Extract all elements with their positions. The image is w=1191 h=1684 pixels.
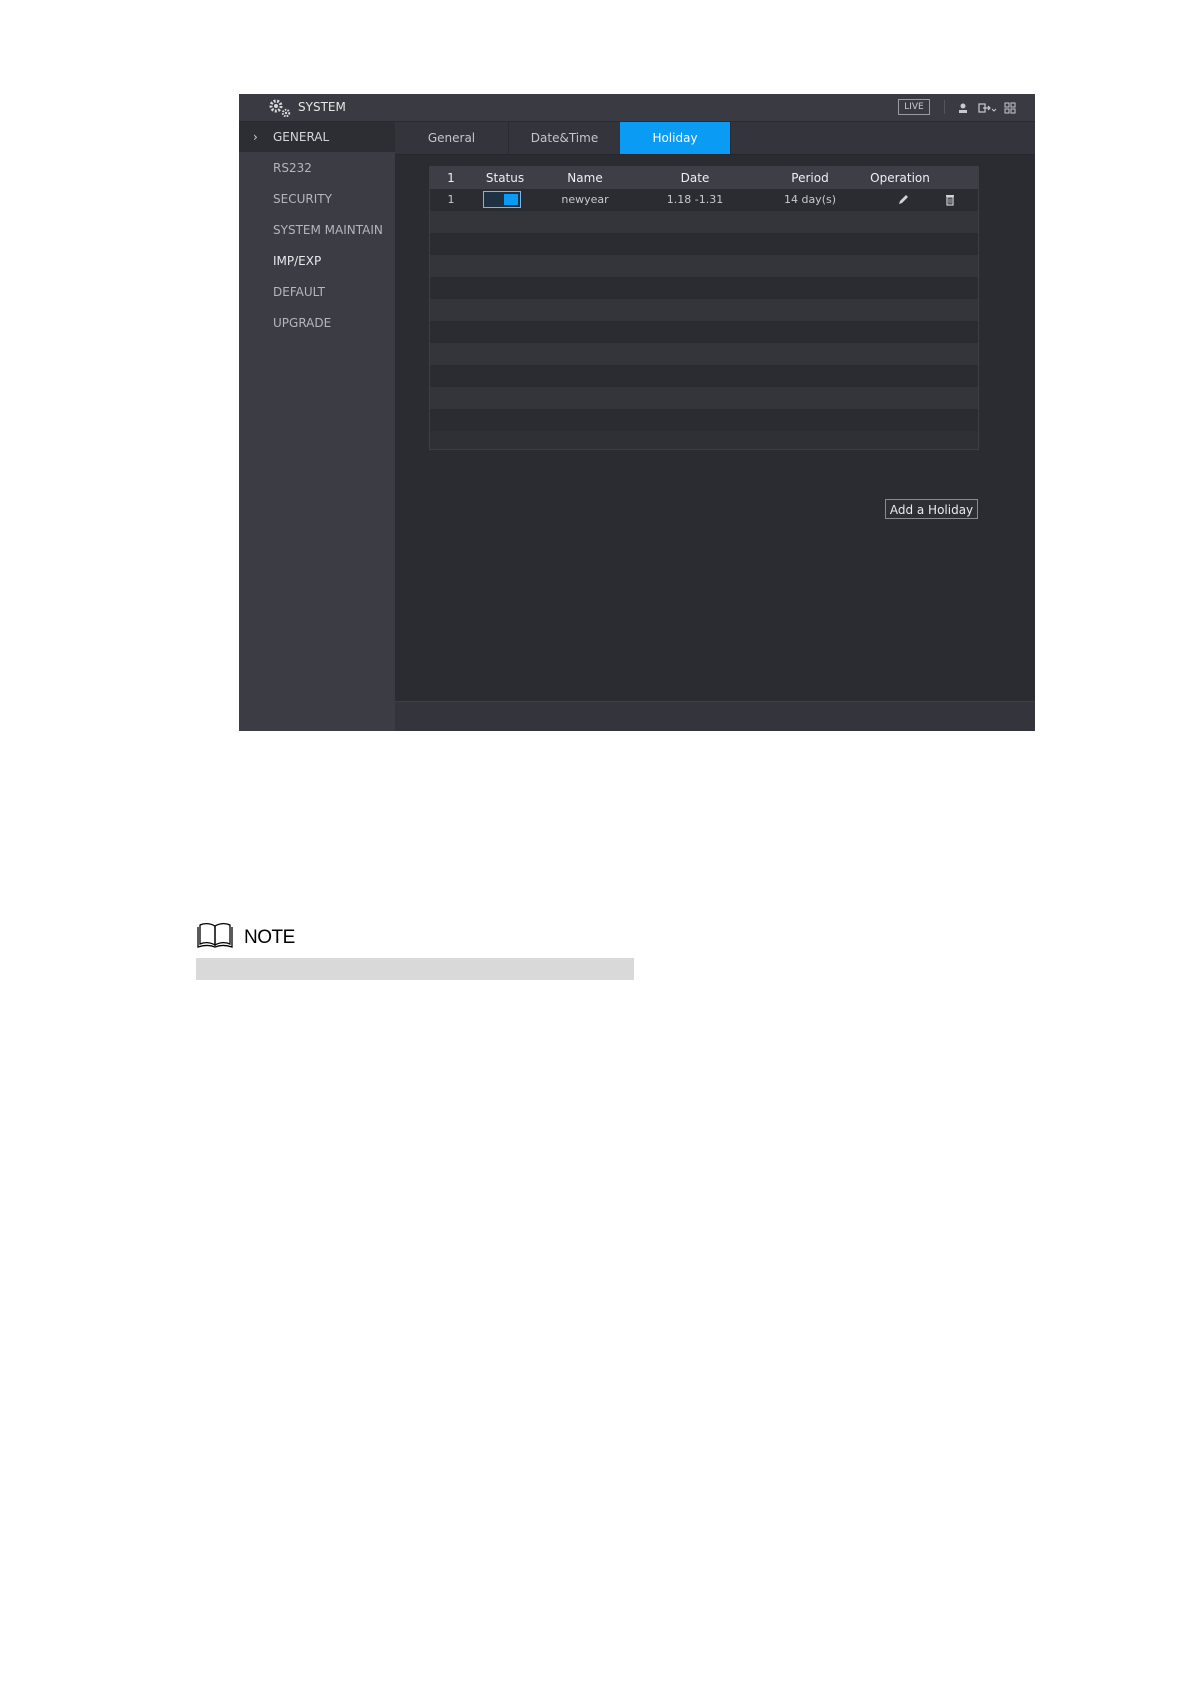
gear-icon — [269, 99, 291, 118]
title-bar: SYSTEM LIVE — [239, 94, 1035, 122]
table-row-stripe — [430, 211, 978, 233]
sidebar-item-label: SYSTEM MAINTAIN — [273, 223, 383, 237]
table-row-stripe — [430, 233, 978, 255]
status-toggle[interactable] — [483, 191, 521, 208]
live-button[interactable]: LIVE — [898, 99, 930, 115]
toolbar-divider — [944, 100, 945, 114]
edit-icon[interactable] — [896, 193, 910, 207]
row-date: 1.18 -1.31 — [666, 193, 724, 206]
sidebar-item-label: RS232 — [273, 161, 312, 175]
system-window: SYSTEM LIVE › GENERAL RS232 SECURITY SYS… — [239, 94, 1035, 731]
sidebar-item-label: GENERAL — [273, 130, 330, 144]
sidebar-item-default[interactable]: DEFAULT — [239, 277, 395, 307]
row-index: 1 — [447, 193, 455, 206]
delete-icon[interactable] — [943, 193, 957, 207]
tab-general[interactable]: General — [395, 122, 509, 154]
table-row-stripe — [430, 255, 978, 277]
holiday-table: 1 Status Name Date Period Operation 1 ne… — [429, 166, 979, 450]
sidebar-item-system-maintain[interactable]: SYSTEM MAINTAIN — [239, 215, 395, 245]
sidebar-item-label: SECURITY — [273, 192, 332, 206]
sidebar-item-general[interactable]: › GENERAL — [239, 122, 395, 152]
sidebar-item-upgrade[interactable]: UPGRADE — [239, 308, 395, 338]
note-label: NOTE — [244, 927, 295, 948]
toggle-knob — [504, 194, 518, 205]
table-row-stripe — [430, 321, 978, 343]
note-bar — [196, 958, 634, 980]
row-name: newyear — [561, 193, 609, 206]
row-period: 14 day(s) — [783, 193, 837, 206]
sidebar-item-rs232[interactable]: RS232 — [239, 153, 395, 183]
table-row-stripe — [430, 409, 978, 431]
main-content: General Date&Time Holiday 1 Status Name … — [395, 122, 1035, 731]
sidebar-item-label: IMP/EXP — [273, 254, 322, 268]
header-name: Name — [567, 171, 603, 185]
sidebar-item-imp-exp[interactable]: IMP/EXP — [239, 246, 395, 276]
header-date: Date — [680, 171, 710, 185]
sidebar-item-label: UPGRADE — [273, 316, 332, 330]
table-header: 1 Status Name Date Period Operation — [430, 167, 978, 189]
table-row-stripe — [430, 299, 978, 321]
table-row[interactable]: 1 newyear 1.18 -1.31 14 day(s) — [430, 189, 978, 211]
header-index: 1 — [447, 171, 455, 185]
window-title: SYSTEM — [298, 100, 346, 114]
chevron-right-icon: › — [253, 130, 258, 144]
sidebar: › GENERAL RS232 SECURITY SYSTEM MAINTAIN… — [239, 122, 395, 731]
logout-icon[interactable] — [977, 101, 997, 115]
footer-bar — [395, 701, 1035, 731]
grid-icon[interactable] — [1003, 101, 1017, 115]
sidebar-item-security[interactable]: SECURITY — [239, 184, 395, 214]
header-operation: Operation — [870, 171, 930, 185]
header-status: Status — [485, 171, 525, 185]
table-row-stripe — [430, 343, 978, 365]
add-holiday-button[interactable]: Add a Holiday — [885, 499, 978, 519]
tab-holiday[interactable]: Holiday — [620, 122, 731, 154]
header-period: Period — [791, 171, 829, 185]
table-row-stripe — [430, 387, 978, 409]
tab-date-time[interactable]: Date&Time — [509, 122, 621, 154]
table-row-stripe — [430, 365, 978, 387]
tab-bar: General Date&Time Holiday — [395, 122, 1035, 155]
sidebar-item-label: DEFAULT — [273, 285, 325, 299]
table-row-stripe — [430, 277, 978, 299]
user-icon[interactable] — [956, 101, 970, 115]
book-icon — [197, 922, 233, 948]
